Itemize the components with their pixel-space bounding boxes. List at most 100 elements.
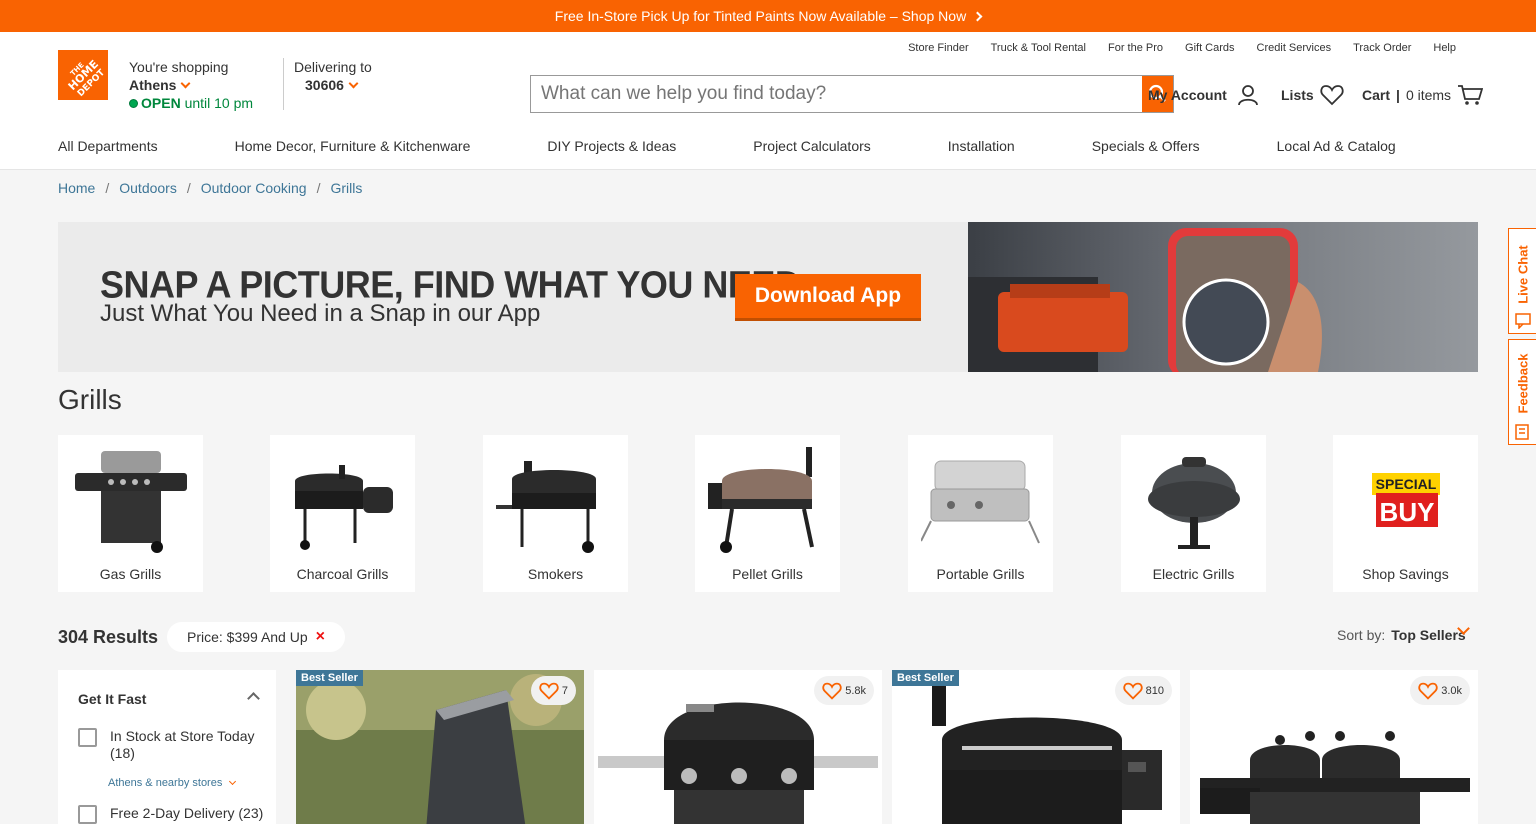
cart-count: 0 items bbox=[1405, 87, 1452, 103]
nav-project-calculators[interactable]: Project Calculators bbox=[753, 138, 871, 154]
util-store-finder[interactable]: Store Finder bbox=[908, 42, 969, 54]
breadcrumb-outdoor-cooking[interactable]: Outdoor Cooking bbox=[201, 180, 307, 196]
category-label: Shop Savings bbox=[1362, 566, 1449, 582]
divider bbox=[283, 58, 284, 110]
breadcrumb-outdoors[interactable]: Outdoors bbox=[119, 180, 177, 196]
util-truck-rental[interactable]: Truck & Tool Rental bbox=[991, 42, 1086, 54]
category-electric-grills[interactable]: Electric Grills bbox=[1121, 435, 1266, 592]
remove-filter-icon[interactable]: × bbox=[316, 628, 325, 646]
filter-label: Price: $399 And Up bbox=[187, 629, 308, 645]
promo-banner[interactable]: SNAP A PICTURE, FIND WHAT YOU NEED Just … bbox=[58, 222, 1478, 372]
nav-diy-projects[interactable]: DIY Projects & Ideas bbox=[547, 138, 676, 154]
live-chat-tab[interactable]: Live Chat bbox=[1508, 228, 1536, 334]
electric-grill-icon bbox=[1148, 457, 1240, 549]
chat-icon bbox=[1515, 313, 1531, 329]
heart-icon bbox=[1418, 682, 1438, 700]
util-help[interactable]: Help bbox=[1433, 42, 1456, 54]
product-card[interactable]: 5.8k bbox=[594, 670, 882, 824]
cart-button[interactable]: Cart | 0 items bbox=[1362, 84, 1484, 106]
store-prefix: You're shopping bbox=[129, 59, 229, 75]
favorite-count: 3.0k bbox=[1441, 684, 1462, 697]
nav-specials-offers[interactable]: Specials & Offers bbox=[1092, 138, 1200, 154]
download-app-button[interactable]: Download App bbox=[735, 274, 921, 318]
sort-label: Sort by: bbox=[1337, 627, 1386, 643]
cart-icon bbox=[1458, 85, 1484, 105]
chevron-down-icon bbox=[181, 78, 191, 89]
gas-grill-icon bbox=[75, 451, 187, 553]
nearby-stores-label: Athens & nearby stores bbox=[108, 777, 223, 789]
filter-section-title[interactable]: Get It Fast bbox=[78, 691, 146, 707]
special-buy-icon: SPECIAL BUY bbox=[1372, 473, 1440, 527]
lists-button[interactable]: Lists bbox=[1281, 84, 1344, 106]
nav-local-ad[interactable]: Local Ad & Catalog bbox=[1277, 138, 1396, 154]
category-label: Portable Grills bbox=[936, 566, 1025, 582]
search-input[interactable] bbox=[531, 76, 1143, 112]
in-stock-checkbox[interactable] bbox=[78, 728, 97, 747]
category-smokers[interactable]: Smokers bbox=[483, 435, 628, 592]
heart-icon bbox=[1320, 85, 1344, 106]
favorite-button[interactable]: 7 bbox=[530, 676, 576, 705]
nearby-stores-toggle[interactable]: Athens & nearby stores bbox=[108, 777, 237, 789]
category-pellet-grills[interactable]: Pellet Grills bbox=[695, 435, 840, 592]
main-nav: All Departments Home Decor, Furniture & … bbox=[58, 138, 1473, 154]
charcoal-grill-icon bbox=[295, 465, 393, 550]
my-account-button[interactable]: My Account bbox=[1148, 84, 1259, 106]
in-stock-count: (18) bbox=[110, 745, 135, 761]
heart-icon bbox=[822, 682, 842, 700]
sort-value[interactable]: Top Sellers bbox=[1391, 627, 1465, 643]
promo-bar[interactable]: Free In-Store Pick Up for Tinted Paints … bbox=[0, 0, 1536, 32]
category-label: Pellet Grills bbox=[732, 566, 803, 582]
promo-text[interactable]: Free In-Store Pick Up for Tinted Paints … bbox=[555, 8, 966, 24]
person-icon bbox=[1237, 85, 1258, 106]
category-shop-savings[interactable]: SPECIAL BUY Shop Savings bbox=[1333, 435, 1478, 592]
special-buy-top: SPECIAL bbox=[1376, 476, 1437, 492]
delivery-label: Delivering to bbox=[294, 59, 372, 75]
feedback-tab[interactable]: Feedback bbox=[1508, 339, 1536, 445]
category-tiles: Gas Grills Charcoal Grills Smokers Pelle… bbox=[58, 435, 1478, 592]
utility-links: Store Finder Truck & Tool Rental For the… bbox=[908, 42, 1456, 54]
heart-icon bbox=[539, 682, 559, 700]
category-charcoal-grills[interactable]: Charcoal Grills bbox=[270, 435, 415, 592]
category-label: Gas Grills bbox=[99, 566, 162, 582]
banner-image bbox=[968, 222, 1478, 372]
portable-grill-icon bbox=[921, 460, 1040, 544]
favorite-count: 7 bbox=[561, 684, 568, 697]
home-depot-logo[interactable]: THE HOME DEPOT bbox=[58, 50, 108, 100]
delivery-zip-selector[interactable]: Delivering to 30606 bbox=[294, 58, 372, 94]
nav-all-departments[interactable]: All Departments bbox=[58, 138, 158, 154]
chevron-down-icon bbox=[348, 78, 359, 89]
active-filter-pill[interactable]: Price: $399 And Up × bbox=[167, 622, 345, 652]
util-for-the-pro[interactable]: For the Pro bbox=[1108, 42, 1163, 54]
product-card[interactable]: Best Seller 810 bbox=[892, 670, 1180, 824]
breadcrumb-grills[interactable]: Grills bbox=[330, 180, 362, 196]
product-card[interactable]: Best Seller 7 bbox=[296, 670, 584, 824]
chevron-up-icon[interactable] bbox=[247, 692, 260, 705]
util-credit-services[interactable]: Credit Services bbox=[1257, 42, 1332, 54]
category-portable-grills[interactable]: Portable Grills bbox=[908, 435, 1053, 592]
open-status-icon bbox=[129, 99, 138, 108]
sort-selector[interactable]: Sort by: Top Sellers bbox=[1337, 627, 1466, 643]
util-track-order[interactable]: Track Order bbox=[1353, 42, 1411, 54]
in-stock-label[interactable]: In Stock at Store Today bbox=[110, 728, 255, 744]
favorite-button[interactable]: 5.8k bbox=[814, 676, 874, 705]
store-city[interactable]: Athens bbox=[129, 77, 176, 93]
favorite-button[interactable]: 3.0k bbox=[1410, 676, 1470, 705]
nav-home-decor[interactable]: Home Decor, Furniture & Kitchenware bbox=[235, 138, 471, 154]
delivery-zip[interactable]: 30606 bbox=[305, 77, 344, 93]
favorite-button[interactable]: 810 bbox=[1114, 676, 1172, 705]
filter-sidebar: Get It Fast In Stock at Store Today (18)… bbox=[58, 670, 276, 824]
free-delivery-label[interactable]: Free 2-Day Delivery (23) bbox=[110, 805, 263, 822]
util-gift-cards[interactable]: Gift Cards bbox=[1185, 42, 1235, 54]
best-seller-badge: Best Seller bbox=[892, 670, 959, 686]
page-title: Grills bbox=[58, 384, 122, 415]
account-label: My Account bbox=[1148, 87, 1227, 103]
nav-installation[interactable]: Installation bbox=[948, 138, 1015, 154]
category-gas-grills[interactable]: Gas Grills bbox=[58, 435, 203, 592]
product-card[interactable]: 3.0k bbox=[1190, 670, 1478, 824]
free-delivery-checkbox[interactable] bbox=[78, 805, 97, 824]
feedback-label: Feedback bbox=[1515, 353, 1531, 414]
banner-subheadline: Just What You Need in a Snap in our App bbox=[100, 300, 541, 327]
breadcrumb-home[interactable]: Home bbox=[58, 180, 95, 196]
favorite-count: 5.8k bbox=[845, 684, 866, 697]
store-selector[interactable]: You're shopping Athens OPEN until 10 pm bbox=[129, 58, 253, 112]
